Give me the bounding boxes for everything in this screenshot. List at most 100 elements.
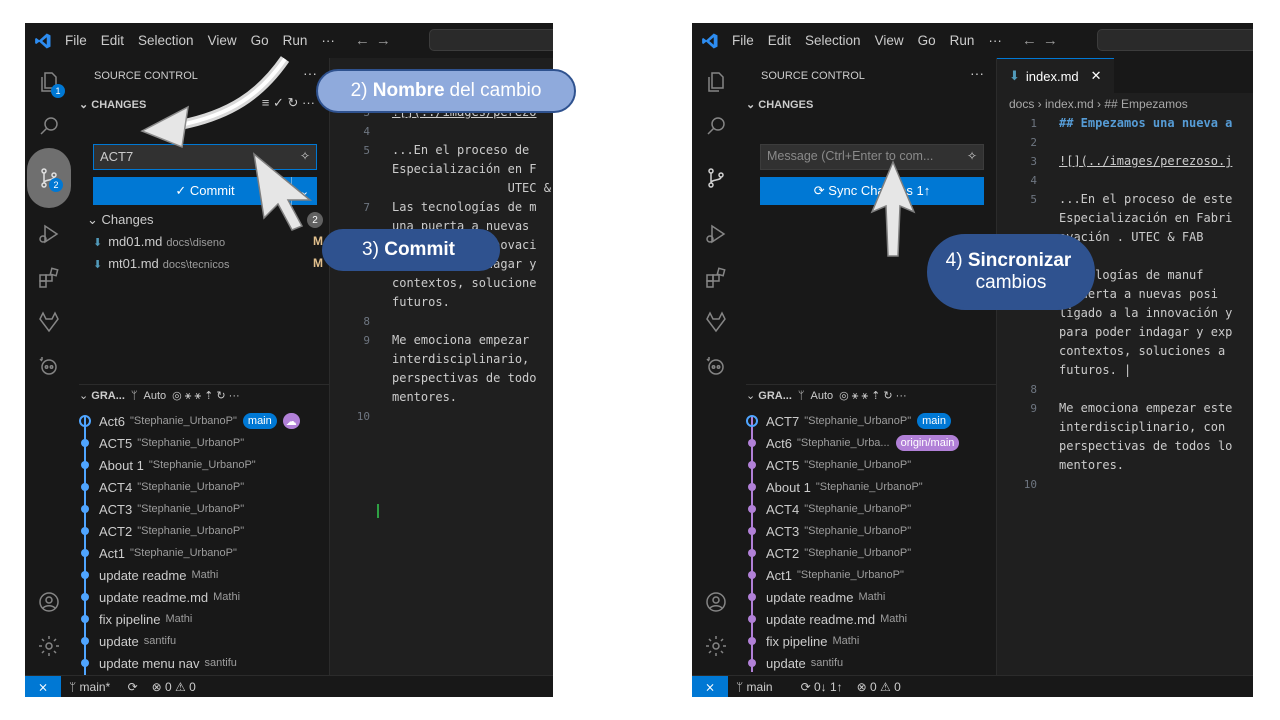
gitlab-icon[interactable] — [700, 306, 732, 338]
commit-item[interactable]: update readme Mathi — [81, 564, 218, 586]
commit-item[interactable]: ACT7 "Stephanie_UrbanoP" main — [746, 410, 951, 432]
commit-item[interactable]: update readme Mathi — [748, 586, 885, 608]
status-sync[interactable]: ⟳ 0↓ 1↑ — [801, 680, 843, 694]
cloud-remote-icon: ☁ — [282, 413, 300, 429]
menu-more[interactable]: ··· — [321, 33, 335, 48]
commit-item[interactable]: update readme.md Mathi — [81, 586, 240, 608]
menu-run[interactable]: Run — [283, 33, 308, 48]
commit-dot-icon — [748, 549, 756, 557]
commit-dot-icon — [748, 571, 756, 579]
commit-item[interactable]: fix pipeline Mathi — [81, 608, 192, 630]
commit-item[interactable]: ACT5 "Stephanie_UrbanoP" — [81, 432, 244, 454]
status-branch[interactable]: ᛘ main* ⟳ — [69, 680, 138, 694]
extensions-icon[interactable] — [700, 262, 732, 294]
title-bar: File Edit Selection View Go Run ··· ←→ — [692, 23, 1253, 58]
title-bar: File Edit Selection View Go Run ··· ←→ — [25, 23, 553, 58]
menu-view[interactable]: View — [208, 33, 237, 48]
graph-toolbar-icons[interactable]: ◎ ⚹ ⚹ ⇡ ↻ ··· — [839, 389, 907, 403]
search-icon[interactable] — [33, 110, 65, 142]
generate-message-icon[interactable]: ✧ — [967, 149, 977, 163]
commit-item[interactable]: ACT2 "Stephanie_UrbanoP" — [81, 520, 244, 542]
commit-item[interactable]: About 1 "Stephanie_UrbanoP" — [81, 454, 256, 476]
editor-tab[interactable]: ⬇ index.md ✕ — [997, 58, 1114, 93]
menu-file[interactable]: File — [732, 33, 754, 48]
commit-dot-icon — [81, 637, 89, 645]
menu-more[interactable]: ··· — [988, 33, 1002, 48]
remote-indicator-icon[interactable]: ⨯ — [692, 675, 728, 697]
commit-item[interactable]: About 1 "Stephanie_UrbanoP" — [748, 476, 923, 498]
menu-selection[interactable]: Selection — [138, 33, 194, 48]
commit-item[interactable]: ACT4 "Stephanie_UrbanoP" — [81, 476, 244, 498]
commit-author: "Stephanie_Urba... — [797, 437, 890, 449]
remote-indicator-icon[interactable]: ⨯ — [25, 675, 61, 697]
commit-item[interactable]: ACT3 "Stephanie_UrbanoP" — [748, 520, 911, 542]
code-line: mentores. — [1059, 458, 1125, 472]
menu-go[interactable]: Go — [918, 33, 936, 48]
gitlab-icon[interactable] — [33, 306, 65, 338]
menu-run[interactable]: Run — [950, 33, 975, 48]
nav-arrows-icon[interactable]: ←→ — [1022, 32, 1064, 49]
status-branch[interactable]: ᛘ main — [736, 680, 787, 694]
graph-section-header[interactable]: ⌄ GRA... ᛘ Auto ◎ ⚹ ⚹ ⇡ ↻ ··· — [79, 384, 329, 406]
commit-item[interactable]: update santifu — [748, 652, 843, 674]
account-icon[interactable] — [700, 586, 732, 618]
commit-item[interactable]: update santifu — [81, 630, 176, 652]
commit-message: Act1 — [766, 567, 793, 583]
run-debug-icon[interactable] — [33, 218, 65, 250]
settings-gear-icon[interactable] — [33, 630, 65, 662]
search-icon[interactable] — [700, 110, 732, 142]
line-number: 10 — [1023, 478, 1037, 491]
status-problems[interactable]: ⊗ 0 ⚠ 0 — [152, 680, 196, 694]
menu-edit[interactable]: Edit — [101, 33, 124, 48]
commit-item[interactable]: ACT3 "Stephanie_UrbanoP" — [81, 498, 244, 520]
source-control-icon[interactable] — [700, 162, 732, 194]
commit-item[interactable]: ACT5 "Stephanie_UrbanoP" — [748, 454, 911, 476]
menu-bar: File Edit Selection View Go Run ··· — [732, 33, 1016, 48]
settings-gear-icon[interactable] — [700, 630, 732, 662]
sidebar-more-icon[interactable]: ··· — [970, 65, 984, 81]
copilot-icon[interactable] — [700, 350, 732, 382]
graph-toolbar-icons[interactable]: ◎ ⚹ ⚹ ⇡ ↻ ··· — [172, 389, 240, 403]
account-icon[interactable] — [33, 586, 65, 618]
menu-file[interactable]: File — [65, 33, 87, 48]
menu-selection[interactable]: Selection — [805, 33, 861, 48]
commit-item[interactable]: Act6 "Stephanie_UrbanoP" main ☁ — [79, 410, 300, 432]
close-icon[interactable]: ✕ — [1091, 68, 1102, 84]
commit-item[interactable]: fix pipeline Mathi — [748, 630, 859, 652]
commit-dot-icon — [81, 461, 89, 469]
commit-dot-icon — [748, 593, 756, 601]
run-debug-icon[interactable] — [700, 218, 732, 250]
breadcrumb[interactable]: docs › index.md › ## Empezamos — [1009, 97, 1188, 111]
commit-item[interactable]: Act1 "Stephanie_UrbanoP" — [81, 542, 237, 564]
changes-section-header[interactable]: ⌄ CHANGES — [79, 98, 146, 111]
copilot-icon[interactable] — [33, 350, 65, 382]
graph-section-header[interactable]: ⌄ GRA... ᛘ Auto ◎ ⚹ ⚹ ⇡ ↻ ··· — [746, 384, 996, 406]
code-editor[interactable]: 1 ## Empezamos una nueva a 2 3 ![](../images… — [997, 115, 1253, 675]
changed-file-item[interactable]: ⬇ md01.md docs\diseno — [93, 234, 225, 249]
extensions-icon[interactable] — [33, 262, 65, 294]
commit-message: About 1 — [99, 457, 144, 473]
commit-item[interactable]: Act1 "Stephanie_UrbanoP" — [748, 564, 904, 586]
explorer-icon[interactable]: 1 — [33, 66, 65, 98]
commit-message: update readme.md — [766, 611, 876, 627]
changes-section-header[interactable]: ⌄ CHANGES — [746, 98, 813, 111]
menu-go[interactable]: Go — [251, 33, 269, 48]
nav-arrows-icon[interactable]: ←→ — [355, 32, 397, 49]
explorer-icon[interactable] — [700, 66, 732, 98]
commit-item[interactable]: Act6 "Stephanie_Urba... origin/main — [748, 432, 960, 454]
commit-item[interactable]: update readme.md Mathi — [748, 608, 907, 630]
changed-file-item[interactable]: ⬇ mt01.md docs\tecnicos — [93, 256, 229, 271]
command-center-search[interactable] — [429, 29, 553, 51]
line-number: 3 — [1030, 155, 1037, 168]
status-problems[interactable]: ⊗ 0 ⚠ 0 — [857, 680, 901, 694]
source-control-icon[interactable]: 2 — [27, 148, 71, 208]
menu-view[interactable]: View — [875, 33, 904, 48]
commit-item[interactable]: update menu nav santifu — [81, 652, 237, 674]
commit-message: update — [99, 633, 139, 649]
changes-group[interactable]: ⌄ Changes — [87, 212, 154, 228]
code-editor[interactable]: 1## Empezamos una nue23![](../images/per… — [330, 58, 553, 675]
command-center-search[interactable] — [1097, 29, 1253, 51]
commit-item[interactable]: ACT2 "Stephanie_UrbanoP" — [748, 542, 911, 564]
menu-edit[interactable]: Edit — [768, 33, 791, 48]
commit-item[interactable]: ACT4 "Stephanie_UrbanoP" — [748, 498, 911, 520]
